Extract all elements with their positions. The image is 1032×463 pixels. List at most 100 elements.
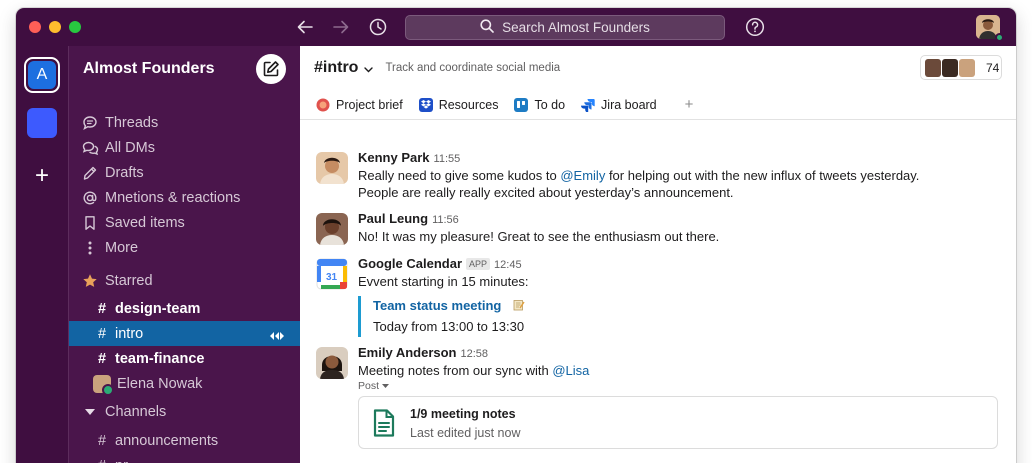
channel-hash-icon: # <box>93 458 111 463</box>
sidebar-item-label: Mnetions & reactions <box>105 189 241 206</box>
sidebar-item-threads[interactable]: Threads <box>69 110 301 135</box>
help-icon[interactable] <box>745 17 765 37</box>
channel-label: pr <box>115 458 128 463</box>
search-icon <box>480 19 494 36</box>
add-workspace-button[interactable]: + <box>30 164 54 188</box>
emily-avatar[interactable] <box>316 347 348 379</box>
close-window-button[interactable] <box>29 21 41 33</box>
memo-icon <box>513 297 525 316</box>
bookmark-resources[interactable]: Resources <box>418 97 498 112</box>
message-timestamp[interactable]: 11:55 <box>434 153 461 165</box>
sidebar-channel-announcements[interactable]: # announcements <box>69 428 301 453</box>
starred-section-label: Starred <box>105 272 153 289</box>
search-placeholder: Search Almost Founders <box>502 20 650 35</box>
event-title-link[interactable]: Team status meeting <box>373 298 501 313</box>
sidebar-channel-team-finance[interactable]: # team-finance <box>69 346 301 371</box>
message-text: Really need to give some kudos to @Emily… <box>358 167 998 184</box>
history-icon[interactable] <box>367 16 389 38</box>
google-calendar-icon[interactable]: 31 <box>316 258 348 290</box>
message-text-part: for helping out with the new influx of t… <box>605 168 920 183</box>
message-text-line-2: People are really really excited about y… <box>358 185 734 200</box>
event-attachment: Team status meeting Today from 13:00 to … <box>358 296 998 337</box>
sidebar-item-label: Threads <box>105 114 159 131</box>
post-title: 1/9 meeting notes <box>410 407 516 421</box>
sidebar-item-all-dms[interactable]: All DMs <box>69 135 301 160</box>
sidebar-item-mentions[interactable]: Mnetions & reactions <box>69 185 301 210</box>
app-window: Search Almost Founders A + Almost Founde… <box>16 8 1016 463</box>
sidebar-item-label: More <box>105 239 139 256</box>
project-brief-icon <box>316 98 330 112</box>
post-subtitle: Last edited just now <box>410 426 521 440</box>
dms-icon <box>81 140 99 156</box>
sidebar-dm-elena-nowak[interactable]: Elena Nowak <box>69 371 301 396</box>
channel-view: #intro Track and coordinate social media… <box>300 46 1016 463</box>
sidebar-channel-design-team[interactable]: # design-team <box>69 296 301 321</box>
message-timestamp[interactable]: 12:58 <box>460 348 488 360</box>
sidebar-item-saved-items[interactable]: Saved items <box>69 210 301 235</box>
minimize-window-button[interactable] <box>49 21 61 33</box>
message-timestamp[interactable]: 11:56 <box>432 214 459 226</box>
sidebar-item-more[interactable]: More <box>69 235 301 260</box>
mention-link[interactable]: @Emily <box>560 168 605 183</box>
app-badge: APP <box>466 258 491 270</box>
member-avatar <box>942 58 958 77</box>
channel-title[interactable]: #intro <box>314 59 358 77</box>
add-bookmark-button[interactable]: + <box>685 96 694 113</box>
compose-icon <box>263 61 279 77</box>
bookmarks-bar: Project brief Resources To do Jira board… <box>300 90 1016 120</box>
workspace-switcher-almost-founders[interactable]: A <box>24 57 60 93</box>
bookmark-label: Jira board <box>601 97 657 112</box>
elena-avatar <box>93 374 114 396</box>
channel-hash-icon: # <box>97 300 107 317</box>
post-label-text: Post <box>358 380 380 392</box>
shared-channel-icon <box>269 329 285 345</box>
channel-label: team-finance <box>115 350 205 367</box>
paul-avatar[interactable] <box>316 213 348 245</box>
bookmark-to-do[interactable]: To do <box>514 97 565 112</box>
caret-down-icon <box>81 407 99 417</box>
online-status-indicator <box>995 33 1004 42</box>
member-avatar <box>925 58 941 77</box>
channel-sidebar: Almost Founders Threads All DMs Drafts M… <box>68 46 301 463</box>
channels-section-label: Channels <box>105 403 167 420</box>
sidebar-item-drafts[interactable]: Drafts <box>69 160 301 185</box>
channel-hash-icon: # <box>97 432 107 449</box>
message-text-part: Really need to give some kudos to <box>358 168 561 183</box>
bookmark-label: Project brief <box>336 97 403 112</box>
kenny-avatar[interactable] <box>316 152 348 184</box>
message-author[interactable]: Google Calendar <box>358 256 462 271</box>
message-text: Evvent starting in 15 minutes: <box>358 274 529 289</box>
event-time: Today from 13:00 to 13:30 <box>373 319 525 334</box>
sidebar-item-label: Drafts <box>105 164 144 181</box>
search-input[interactable]: Search Almost Founders <box>405 15 725 40</box>
sidebar-channel-pr[interactable]: # pr <box>69 453 301 463</box>
window-controls <box>29 21 81 33</box>
chevron-down-icon[interactable] <box>364 60 374 78</box>
channel-label: announcements <box>115 432 219 449</box>
compose-button[interactable] <box>256 54 286 84</box>
bookmark-jira-board[interactable]: Jira board <box>581 98 657 112</box>
bookmark-project-brief[interactable]: Project brief <box>316 98 403 112</box>
workspace-switcher-second[interactable] <box>27 108 57 138</box>
more-icon <box>81 240 99 256</box>
starred-section-header[interactable]: Starred <box>69 268 301 293</box>
forward-arrow-icon[interactable] <box>330 16 352 38</box>
message-text: Meeting notes from our sync with @Lisa <box>358 362 998 379</box>
message-author[interactable]: Emily Anderson <box>358 345 456 360</box>
dm-label: Elena Nowak <box>117 375 203 392</box>
calendar-day-number: 31 <box>326 272 338 283</box>
message-author[interactable]: Paul Leung <box>358 211 428 226</box>
channels-section-header[interactable]: Channels <box>69 399 301 424</box>
message-author[interactable]: Kenny Park <box>358 150 430 165</box>
members-button[interactable]: 74 <box>920 55 1002 80</box>
message-text: No! It was my pleasure! Great to see the… <box>358 229 720 244</box>
post-label[interactable]: Post <box>358 380 998 392</box>
workspace-name[interactable]: Almost Founders <box>83 60 215 78</box>
message-timestamp[interactable]: 12:45 <box>494 259 522 271</box>
zoom-window-button[interactable] <box>69 21 81 33</box>
message-text-part: Meeting notes from our sync with <box>358 363 553 378</box>
post-card[interactable]: 1/9 meeting notes Last edited just now <box>358 396 998 449</box>
back-arrow-icon[interactable] <box>294 16 316 38</box>
mention-link[interactable]: @Lisa <box>552 363 589 378</box>
sidebar-channel-intro[interactable]: # intro <box>69 321 301 346</box>
